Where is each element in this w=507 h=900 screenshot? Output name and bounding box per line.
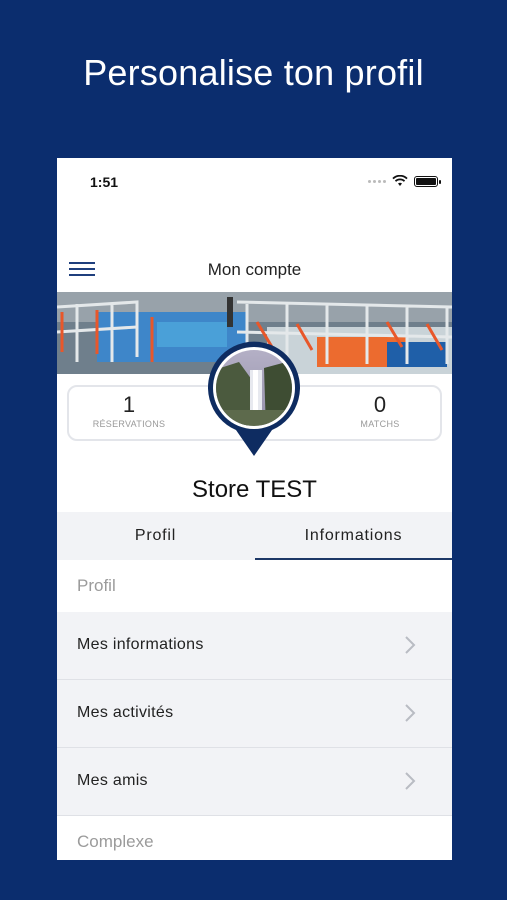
stat-label: MATCHS: [360, 419, 400, 429]
status-time: 1:51: [90, 174, 119, 190]
menu-item-label: Mes informations: [77, 636, 204, 653]
navbar: Mon compte: [57, 250, 452, 290]
stat-reservations[interactable]: 1 RÉSERVATIONS: [69, 391, 189, 429]
stat-value: 0: [373, 392, 387, 417]
menu-item-label: Mes activités: [77, 704, 174, 721]
stat-matchs[interactable]: 0 MATCHS: [320, 391, 440, 429]
chevron-right-icon: [405, 704, 416, 722]
menu-item-mes-amis[interactable]: Mes amis: [57, 748, 452, 816]
tab-informations[interactable]: Informations: [255, 512, 452, 560]
stat-label: RÉSERVATIONS: [92, 419, 166, 429]
menu-item-mes-informations[interactable]: Mes informations: [57, 612, 452, 680]
menu-item-label: Mes amis: [77, 772, 148, 789]
battery-icon: [414, 175, 441, 187]
chevron-right-icon: [405, 772, 416, 790]
section-header-profil: Profil: [57, 560, 452, 612]
status-bar: 1:51: [57, 158, 452, 206]
section-header-complexe: Complexe: [57, 816, 452, 860]
phone-screen: 1:51 Mon compte 1 RÉSERVATIONS 0 MATCHS …: [57, 158, 452, 860]
promo-headline: Personalise ton profil: [83, 52, 424, 93]
page-title: Mon compte: [207, 260, 302, 279]
tab-profil[interactable]: Profil: [57, 512, 254, 560]
wifi-icon: [392, 175, 408, 186]
signal-icon: [368, 179, 386, 183]
tab-bar: Profil Informations: [57, 512, 452, 560]
menu-item-mes-activites[interactable]: Mes activités: [57, 680, 452, 748]
stat-value: 1: [122, 392, 136, 417]
status-icons: [368, 175, 441, 187]
avatar-pin[interactable]: [204, 340, 304, 458]
chevron-right-icon: [405, 636, 416, 654]
user-name: Store TEST: [192, 476, 317, 503]
